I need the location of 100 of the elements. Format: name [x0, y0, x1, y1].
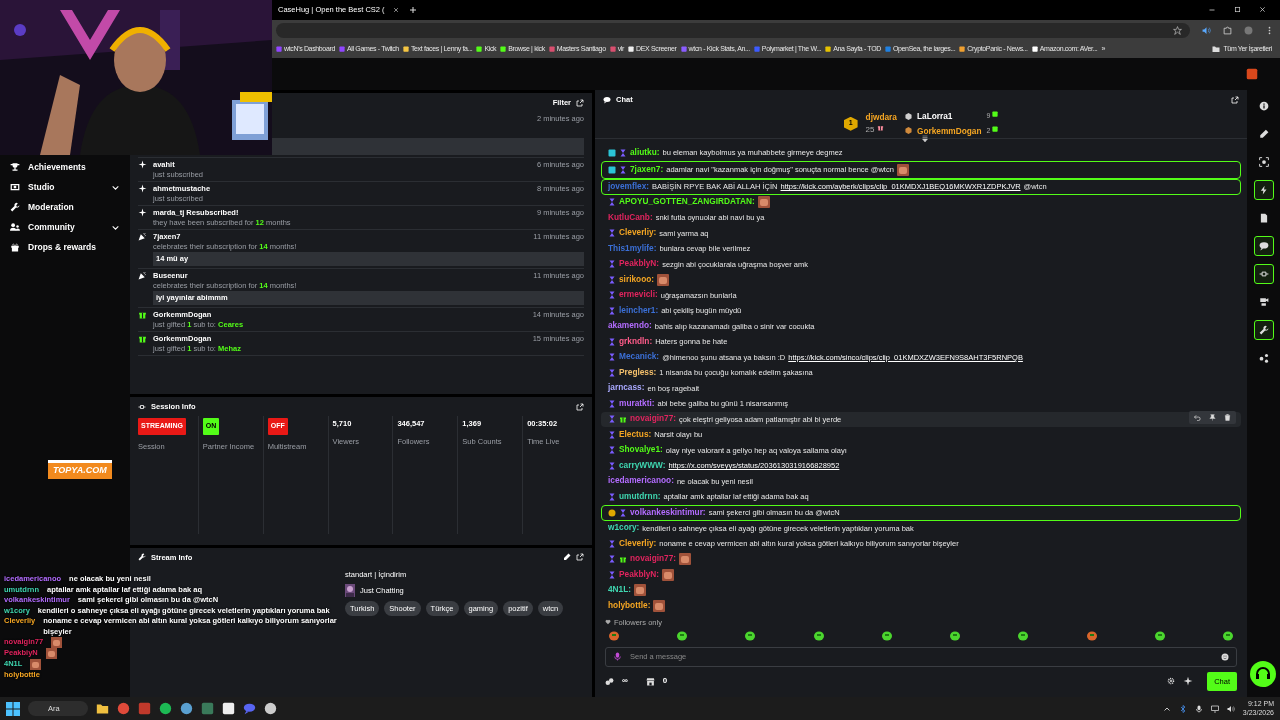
username[interactable]: umutdrnn:	[619, 491, 661, 502]
favicon-icon	[628, 46, 635, 52]
puzzle-icon[interactable]	[1223, 25, 1232, 35]
sidebar-item[interactable]: Moderation	[0, 197, 130, 217]
emote-icon	[881, 630, 892, 641]
username[interactable]: jovemflex:	[608, 181, 650, 192]
username[interactable]: This1mylife:	[608, 243, 657, 254]
username[interactable]: Cleverliy:	[619, 228, 657, 239]
scroll-down-icon[interactable]	[921, 135, 929, 144]
music-icon[interactable]	[159, 702, 172, 715]
microphone-icon[interactable]	[1194, 704, 1203, 713]
terminal-icon[interactable]	[201, 702, 214, 715]
sidebar-item[interactable]: Drops & rewards	[0, 237, 130, 257]
lightning-icon[interactable]	[1253, 180, 1274, 200]
party-icon	[138, 232, 147, 242]
avatar-icon[interactable]	[1244, 25, 1253, 35]
username[interactable]: 4N1L:	[608, 585, 632, 596]
points-value: ∞	[622, 675, 628, 688]
username[interactable]: PeakblyN:	[619, 569, 660, 580]
popout-icon[interactable]	[576, 98, 584, 107]
pin-icon[interactable]	[1209, 413, 1216, 421]
username[interactable]: leincher1:	[619, 305, 659, 316]
app-icon[interactable]	[222, 702, 235, 715]
sparkle-icon	[138, 160, 147, 170]
avatar-icon[interactable]	[1246, 68, 1258, 80]
username[interactable]: w1cory:	[608, 523, 640, 534]
gift-icon	[10, 242, 20, 252]
sidebar-item[interactable]: Achievements	[0, 157, 130, 177]
settings-icon[interactable]	[1167, 677, 1176, 686]
bluetooth-icon[interactable]	[1178, 704, 1187, 713]
gift-icon	[138, 334, 147, 344]
sidebar-item[interactable]: Community	[0, 217, 130, 237]
sparkle-icon	[138, 184, 147, 194]
username[interactable]: grkndln:	[619, 336, 653, 347]
emote-icon	[1018, 630, 1029, 641]
monitor-icon[interactable]	[1210, 704, 1219, 713]
maximize-icon[interactable]	[1234, 6, 1241, 13]
trophy-icon	[10, 162, 20, 172]
username[interactable]: akamendo:	[608, 321, 652, 332]
minimize-icon[interactable]	[1208, 6, 1216, 14]
steam-icon[interactable]	[180, 702, 193, 715]
start-button[interactable]	[6, 701, 20, 716]
popout-icon[interactable]	[1231, 95, 1239, 104]
sidebar-item[interactable]: Studio	[0, 177, 130, 197]
favicon-icon	[402, 46, 409, 52]
username[interactable]: carryWWW:	[619, 460, 666, 471]
popout-icon[interactable]	[576, 402, 584, 411]
username[interactable]: LaLorra1	[916, 110, 982, 123]
username[interactable]: holybottle:	[608, 600, 651, 611]
username[interactable]: GorkemmDogan	[916, 124, 982, 138]
gift-icon	[876, 123, 884, 131]
support-button[interactable]	[1250, 661, 1276, 687]
username[interactable]: aliutku:	[630, 147, 660, 158]
username[interactable]: 7jaxen7:	[630, 164, 664, 175]
plus-icon[interactable]	[408, 6, 417, 14]
username[interactable]: Shovalye1:	[619, 445, 663, 456]
username[interactable]: PeakblyN:	[619, 259, 660, 270]
emote-icon	[1086, 630, 1097, 641]
username[interactable]: djwdara	[865, 111, 897, 124]
username[interactable]: sirikooo:	[619, 274, 655, 285]
undo-icon[interactable]	[1194, 413, 1201, 421]
username[interactable]: icedamericanoo:	[608, 476, 674, 487]
username[interactable]: muratkti:	[619, 398, 655, 409]
link-icon[interactable]	[1253, 264, 1274, 284]
favicon-icon	[959, 46, 966, 52]
browser-icon[interactable]	[117, 702, 130, 715]
discord-icon[interactable]	[243, 702, 256, 715]
username[interactable]: Pregless:	[619, 367, 657, 378]
username[interactable]: volkankeskintimur:	[630, 507, 706, 518]
record-icon[interactable]	[264, 702, 277, 715]
popout-icon[interactable]	[576, 553, 584, 562]
emoji-icon[interactable]	[1221, 652, 1229, 661]
delete-icon[interactable]	[1224, 413, 1231, 421]
emote-icon	[677, 630, 688, 641]
edit-icon[interactable]	[563, 553, 571, 562]
close-icon[interactable]	[392, 7, 399, 13]
emote-picker-icon[interactable]	[1183, 676, 1194, 687]
wrench-icon	[138, 553, 146, 562]
username[interactable]: KutluCanb:	[608, 212, 653, 223]
username[interactable]: Electus:	[619, 429, 652, 440]
audio-icon[interactable]	[1202, 25, 1211, 35]
username[interactable]: Mecanick:	[619, 352, 660, 363]
coins-icon[interactable]	[605, 676, 614, 686]
favicon-icon	[1031, 46, 1038, 52]
username[interactable]: APOYU_GOTTEN_ZANGIRDATAN:	[619, 197, 755, 208]
volume-icon[interactable]	[1226, 704, 1235, 713]
favicon-icon	[276, 46, 282, 52]
favicon-icon	[476, 46, 483, 52]
close-icon[interactable]	[1259, 6, 1266, 13]
party-icon	[138, 271, 147, 281]
username[interactable]: Cleverliy:	[619, 538, 657, 549]
store-icon[interactable]	[645, 676, 655, 686]
star-icon[interactable]	[1173, 25, 1182, 35]
username[interactable]: novaigin77:	[630, 554, 677, 565]
chat-icon[interactable]	[1253, 236, 1274, 256]
wrench-icon[interactable]	[1253, 320, 1274, 340]
username[interactable]: ermevicli:	[619, 290, 658, 301]
username[interactable]: jarncass:	[608, 383, 645, 394]
folder-icon[interactable]	[96, 702, 109, 715]
gift-icon	[619, 415, 627, 424]
